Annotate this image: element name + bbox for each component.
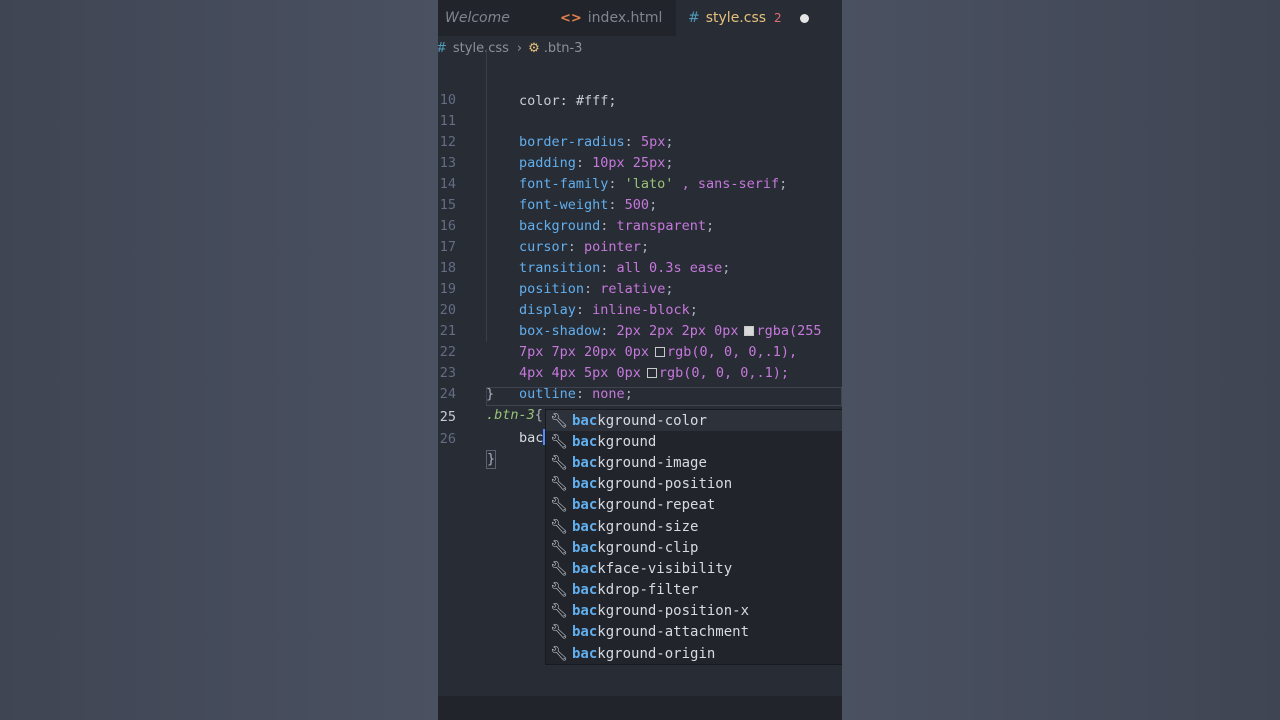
code-line: 18 display: inline-block; — [438, 237, 842, 318]
indent-guide — [486, 258, 487, 279]
tab-label: style.css — [705, 10, 767, 26]
suggestion-item[interactable]: 🔧︎ bac kground-image — [546, 452, 842, 473]
indent-guide — [486, 90, 487, 111]
line-number: 26 — [439, 431, 456, 447]
typed-text: bac — [519, 430, 544, 446]
wrench-icon: 🔧︎ — [550, 560, 568, 577]
indent-guide — [486, 216, 487, 237]
indent-guide — [486, 49, 487, 70]
indent-guide — [486, 132, 487, 153]
code-line: 12 font-family: 'lato' , sans-serif; — [438, 111, 842, 192]
code-line-partial: color: #fff; — [438, 49, 842, 109]
wrench-icon: 🔧︎ — [550, 454, 568, 471]
code-line: 21 4px 4px 5px 0px rgb(0, 0, 0,.1); — [438, 300, 842, 381]
indent-guide — [486, 321, 487, 342]
code-line: 19 box-shadow: 2px 2px 2px 0px rgba(255 — [438, 258, 842, 339]
suggestion-item[interactable]: 🔧︎ bac kground-repeat — [546, 495, 842, 516]
code-line: 13 font-weight: 500; — [438, 132, 842, 213]
indent-guide — [486, 111, 487, 132]
wrench-icon: 🔧︎ — [550, 476, 568, 493]
code-line: 24 .btn-3{ — [438, 363, 842, 423]
code-line: 16 transition: all 0.3s ease; — [438, 195, 842, 276]
tab-welcome[interactable]: Welcome — [438, 0, 542, 36]
background-right-panel — [842, 0, 1280, 720]
tab-style-css[interactable]: # style.css 2 — [676, 0, 842, 36]
code-line: 23 } — [438, 342, 842, 402]
indent-guide — [486, 300, 487, 321]
code-line: 14 background: transparent; — [438, 153, 842, 234]
wrench-icon: 🔧︎ — [550, 603, 568, 620]
css-hash-icon: # — [688, 10, 700, 26]
code-line: 22 outline: none; — [438, 321, 842, 402]
status-bar — [438, 696, 842, 720]
autocomplete-suggestion-widget: 🔧︎ bac kground-color 🔧︎ bac kground 🔧︎ bac kgr… — [545, 409, 842, 665]
wrench-icon: 🔧︎ — [550, 539, 568, 556]
code-line: 10 border-radius: 5px; — [438, 69, 842, 150]
code-line-current[interactable]: 25 bac — [438, 386, 842, 446]
indent-guide — [486, 195, 487, 216]
suggestion-item[interactable]: 🔧︎ bac kground-size — [546, 516, 842, 537]
suggestion-item[interactable]: 🔧︎ bac kground-position-x — [546, 601, 842, 622]
indent-guide — [486, 174, 487, 195]
code-line: 11 padding: 10px 25px; — [438, 90, 842, 171]
code-line: 20 7px 7px 20px 0px rgb(0, 0, 0,.1), — [438, 279, 842, 360]
suggestion-item[interactable]: 🔧︎ bac kground-color — [546, 410, 842, 432]
indent-guide — [486, 237, 487, 258]
suggestion-item[interactable]: 🔧︎ bac kground-attachment — [546, 622, 842, 643]
wrench-icon: 🔧︎ — [550, 497, 568, 514]
wrench-icon: 🔧︎ — [550, 412, 568, 429]
suggestion-item[interactable]: 🔧︎ bac kground — [546, 431, 842, 452]
suggestion-item[interactable]: 🔧︎ bac kdrop-filter — [546, 580, 842, 601]
tab-label: index.html — [587, 10, 663, 26]
wrench-icon: 🔧︎ — [550, 645, 568, 662]
indent-guide — [486, 279, 487, 300]
wrench-icon: 🔧︎ — [550, 433, 568, 450]
matching-brace: } — [486, 450, 497, 469]
indent-guide — [486, 153, 487, 174]
tab-index-html[interactable]: <> index.html — [542, 0, 676, 36]
code-line: 15 cursor: pointer; — [438, 174, 842, 255]
suggestion-item[interactable]: 🔧︎ bac kground-position — [546, 474, 842, 495]
background-left-panel — [0, 0, 438, 720]
suggestion-item[interactable]: 🔧︎ bac kground-origin — [546, 643, 842, 664]
indent-guide — [486, 69, 487, 90]
html-brackets-icon: <> — [560, 10, 582, 26]
code-line: 17 position: relative; — [438, 216, 842, 297]
wrench-icon: 🔧︎ — [550, 518, 568, 535]
tab-bar: Welcome <> index.html # style.css 2 — [438, 0, 842, 36]
unsaved-dot-icon[interactable] — [799, 13, 809, 23]
suggestion-item[interactable]: 🔧︎ bac kface-visibility — [546, 558, 842, 579]
wrench-icon: 🔧︎ — [550, 624, 568, 641]
suggestion-item[interactable]: 🔧︎ bac kground-clip — [546, 537, 842, 558]
tab-label: Welcome — [445, 10, 510, 26]
problems-count-badge: 2 — [774, 11, 782, 25]
wrench-icon: 🔧︎ — [550, 582, 568, 599]
